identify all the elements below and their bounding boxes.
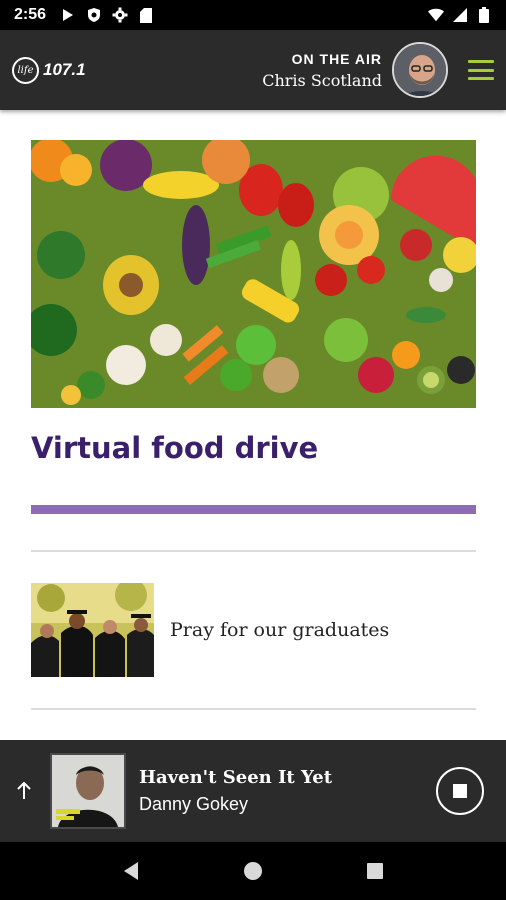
sd-card-icon <box>138 7 154 23</box>
title-underline <box>31 505 476 514</box>
system-nav-bar <box>0 842 506 900</box>
track-title: Haven't Seen It Yet <box>139 767 333 788</box>
on-air-label: ON THE AIR <box>291 50 382 67</box>
logo-mark: life <box>12 56 39 84</box>
host-name: Chris Scotland <box>262 70 382 90</box>
home-icon[interactable] <box>233 851 273 891</box>
wifi-icon <box>428 7 444 23</box>
stop-icon <box>453 784 467 798</box>
battery-icon <box>476 7 492 23</box>
list-item[interactable]: Pray for our graduates <box>31 583 476 677</box>
list-item-title: Pray for our graduates <box>170 619 390 641</box>
status-bar: 2:56 <box>0 0 506 30</box>
divider <box>31 550 476 552</box>
app-header: life 107.1 ON THE AIR Chris Scotland <box>0 30 506 110</box>
menu-icon[interactable] <box>468 60 494 80</box>
now-playing-bar[interactable]: Haven't Seen It Yet Danny Gokey <box>0 740 506 842</box>
main-content: Virtual food drive Pray for our graduate… <box>0 110 506 740</box>
article-title[interactable]: Virtual food drive <box>31 431 318 465</box>
on-air-block[interactable]: ON THE AIR Chris Scotland <box>262 51 382 90</box>
track-artist: Danny Gokey <box>139 794 249 814</box>
status-time: 2:56 <box>14 6 47 23</box>
gear-icon <box>112 7 128 23</box>
play-icon <box>60 7 76 23</box>
divider <box>31 708 476 710</box>
logo-frequency: 107.1 <box>43 60 86 79</box>
station-logo[interactable]: life 107.1 <box>12 56 86 84</box>
host-avatar[interactable] <box>392 42 448 98</box>
signal-icon <box>452 7 468 23</box>
shield-icon <box>86 7 102 23</box>
track-info: Haven't Seen It Yet Danny Gokey <box>139 767 332 815</box>
stop-button[interactable] <box>436 767 484 815</box>
recents-icon[interactable] <box>355 851 395 891</box>
graduates-thumbnail <box>31 583 154 677</box>
back-icon[interactable] <box>111 851 151 891</box>
hero-image-vegetables[interactable] <box>31 140 476 408</box>
album-art[interactable] <box>50 753 126 829</box>
arrow-up-icon[interactable] <box>10 777 38 805</box>
